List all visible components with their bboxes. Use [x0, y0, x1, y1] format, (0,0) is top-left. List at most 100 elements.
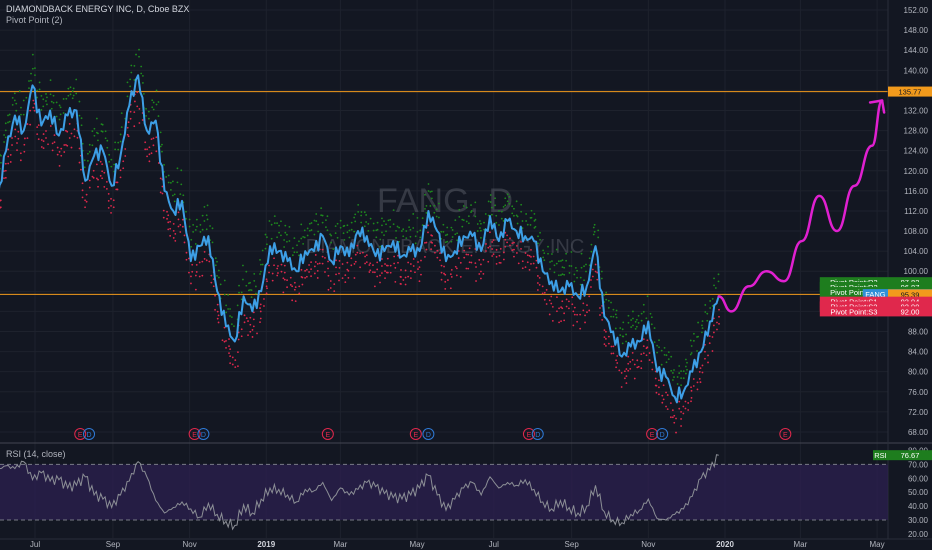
pivot-r-dot: [494, 197, 497, 200]
pivot-r-dot: [339, 219, 342, 222]
pivot-r-dot: [454, 233, 457, 236]
pivot-s-dot: [17, 137, 20, 140]
pivot-s-dot: [489, 245, 491, 248]
pivot-r-dot: [405, 230, 408, 232]
pivot-s-dot: [133, 125, 136, 128]
pivot-r-dot: [206, 218, 209, 221]
pivot-r-dot: [306, 227, 309, 230]
pivot-s-dot: [648, 359, 651, 361]
pivot-s-dot: [305, 268, 308, 271]
pivot-s-dot: [124, 148, 127, 150]
pivot-r-dot: [0, 154, 2, 157]
pivot-s-dot: [229, 355, 232, 358]
pivot-s-dot: [590, 286, 592, 288]
dividend-marker-label: D: [535, 432, 540, 439]
pivot-s-dot: [247, 320, 249, 322]
pivot-r-dot: [245, 270, 248, 273]
rsi-label[interactable]: RSI (14, close): [6, 449, 66, 459]
pivot-r-dot: [261, 263, 264, 266]
pivot-r-dot: [250, 289, 253, 292]
pivot-r-dot: [383, 234, 385, 237]
pivot-s-dot: [610, 352, 613, 355]
earnings-marker-label: E: [783, 432, 788, 439]
pivot-s-dot: [511, 249, 514, 252]
pivot-s-dot: [701, 364, 704, 367]
price-tick-label: 104.00: [904, 247, 929, 256]
pivot-r-dot: [682, 377, 685, 380]
pivot-s-dot: [582, 309, 585, 312]
pivot-s-dot: [475, 280, 477, 282]
pivot-s-dot: [251, 336, 254, 338]
pivot-r-dot: [385, 230, 387, 233]
pivot-r-dot: [520, 203, 523, 206]
pivot-r-dot: [673, 369, 675, 371]
pivot-r-dot: [348, 229, 351, 232]
pivot-s-dot: [572, 324, 575, 327]
pivot-s-dot: [417, 268, 419, 270]
pivot-s-dot: [84, 199, 86, 202]
pivot-r-dot: [504, 204, 507, 207]
price-tick-label: 148.00: [904, 26, 929, 35]
pivot-s-dot: [586, 311, 588, 314]
pivot-r-dot: [603, 294, 606, 296]
pivot-r-dot: [484, 213, 487, 215]
price-tag-pivot-point-s3[interactable]: Pivot Point:S3 92.00: [819, 306, 932, 317]
pivot-s-dot: [42, 147, 45, 150]
pivot-s-dot: [159, 177, 162, 180]
pivot-s-dot: [536, 282, 539, 284]
pivot-s-dot: [576, 320, 579, 323]
pivot-r-dot: [145, 107, 147, 110]
pivot-r-dot: [717, 273, 720, 276]
pivot-s-dot: [404, 283, 407, 286]
pivot-r-dot: [561, 259, 564, 262]
pivot-s-dot: [584, 314, 586, 317]
pivot-s-dot: [283, 264, 286, 267]
pivot-r-dot: [592, 233, 595, 236]
pivot-s-dot: [110, 204, 112, 207]
pivot-s-dot: [162, 216, 165, 219]
pivot-r-dot: [396, 225, 399, 228]
pivot-r-dot: [686, 368, 688, 371]
pivot-s-dot: [692, 385, 695, 387]
pivot-r-dot: [511, 212, 514, 215]
pivot-s-dot: [545, 303, 548, 305]
pivot-r-dot: [93, 127, 96, 130]
pivot-s-dot: [704, 350, 706, 353]
pivot-s-dot: [190, 282, 192, 285]
pivot-r-dot: [242, 264, 244, 267]
symbol-title[interactable]: DIAMONDBACK ENERGY INC, D, Cboe BZX: [6, 4, 189, 14]
pivot-s-dot: [517, 262, 520, 265]
pivot-s-dot: [49, 125, 52, 127]
earnings-marker-label: E: [650, 432, 655, 439]
pivot-r-dot: [238, 291, 240, 294]
pivot-r-dot: [588, 257, 591, 260]
pivot-r-dot: [350, 221, 353, 224]
pivot-r-dot: [163, 163, 165, 166]
pivot-r-dot: [433, 204, 436, 207]
pivot-r-dot: [438, 216, 440, 219]
pivot-r-dot: [199, 230, 202, 233]
pivot-s-dot: [412, 258, 415, 260]
pivot-s-dot: [678, 407, 681, 410]
pivot-r-dot: [515, 200, 518, 203]
pivot-r-dot: [28, 87, 30, 89]
pivot-s-dot: [45, 137, 47, 139]
price-tag-line[interactable]: 135.77: [888, 86, 932, 97]
pivot-r-dot: [83, 166, 86, 169]
pivot-s-dot: [568, 300, 570, 303]
pivot-r-dot: [576, 276, 578, 279]
pivot-r-dot: [264, 247, 267, 250]
pivot-r-dot: [87, 152, 89, 155]
price-chart[interactable]: FANG, DDIAMONDBACK ENERGY INCE D E D E E D E D E D…: [0, 0, 932, 550]
rsi-value-badge[interactable]: RSI 76.67: [873, 450, 932, 461]
pivot-s-dot: [195, 271, 198, 273]
indicator-label[interactable]: Pivot Point (2): [6, 15, 63, 25]
pivot-r-dot: [203, 220, 206, 222]
pivot-s-dot: [310, 261, 312, 264]
pivot-s-dot: [4, 162, 7, 165]
rsi-tick-label: 70.00: [908, 460, 929, 469]
time-tick-label: Mar: [334, 540, 348, 549]
pivot-r-dot: [543, 259, 546, 262]
rsi-badge-value: 76.67: [901, 451, 920, 460]
pivot-s-dot: [556, 296, 558, 299]
